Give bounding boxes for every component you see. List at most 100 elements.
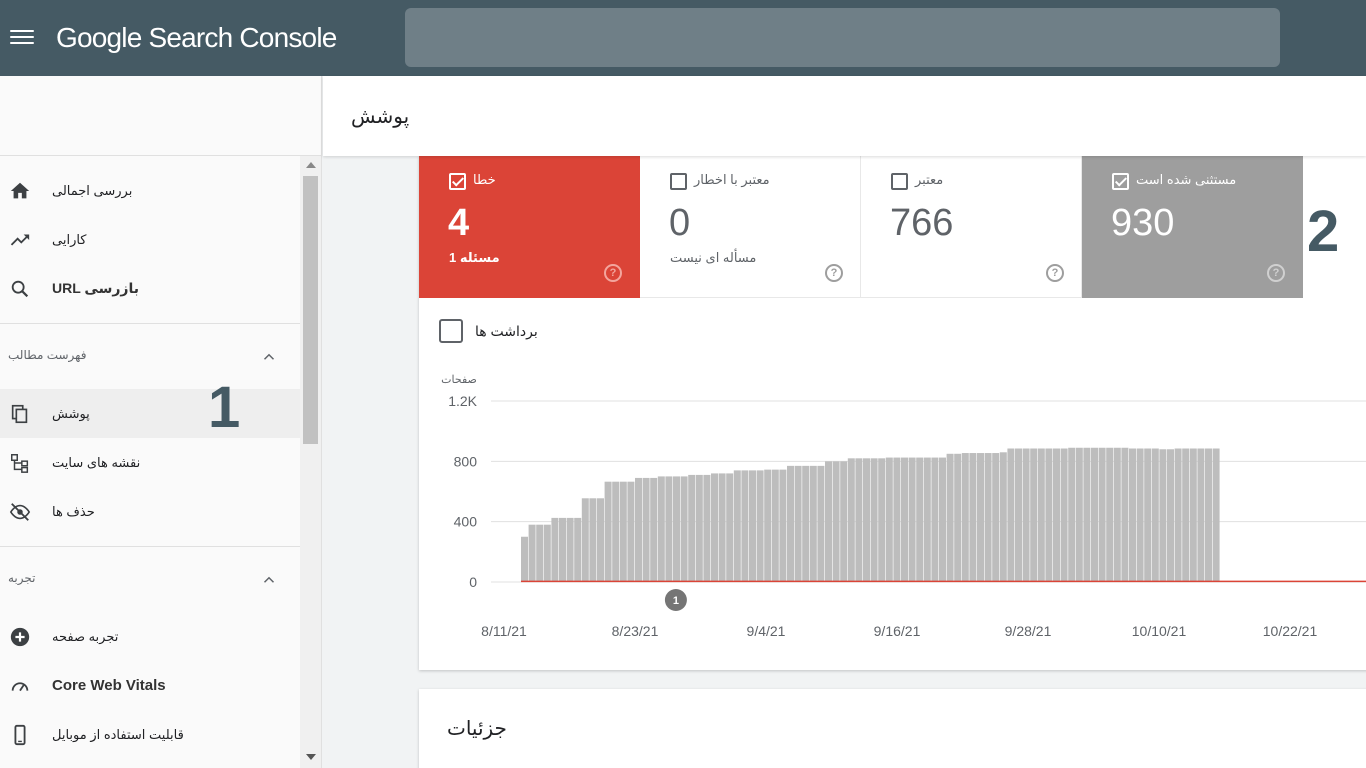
annotation-number-1: 1	[208, 375, 241, 440]
annotation-marker-label: 1	[673, 595, 679, 607]
bar	[908, 457, 916, 582]
sidebar-item-label: حذف ها	[52, 503, 95, 519]
sidebar-item-label: URL بازرسی	[52, 280, 139, 296]
help-icon[interactable]: ?	[1046, 264, 1064, 282]
bar	[741, 470, 749, 582]
y-tick-label: 0	[469, 574, 477, 590]
app-logo[interactable]: Google Search Console	[56, 22, 337, 54]
search-input[interactable]	[405, 8, 1280, 67]
bar	[1015, 448, 1022, 582]
bar	[1098, 447, 1106, 582]
trending-up-icon	[8, 228, 32, 252]
menu-icon[interactable]	[10, 26, 34, 50]
checkbox-icon[interactable]	[670, 173, 687, 190]
bar	[870, 458, 878, 582]
bar	[1060, 448, 1068, 582]
bar	[665, 476, 673, 582]
copy-pages-icon	[8, 402, 32, 426]
bar	[703, 474, 711, 582]
bar	[954, 453, 962, 582]
details-title: جزئیات	[447, 718, 507, 740]
section-index-header[interactable]: فهرست مطالب	[0, 323, 300, 389]
details-card: جزئیات	[419, 689, 1366, 768]
bar	[916, 457, 924, 582]
property-selector-area	[0, 76, 321, 156]
bar	[543, 524, 551, 582]
bar	[1030, 448, 1038, 582]
smartphone-icon	[8, 723, 32, 747]
help-icon[interactable]: ?	[604, 264, 622, 282]
bar	[581, 498, 589, 582]
tile-valid[interactable]: معتبر 766 ?	[861, 156, 1082, 298]
tile-valid-with-warnings[interactable]: معتبر با اخطار 0 مسأله ای نیست ?	[640, 156, 861, 298]
bar	[923, 457, 931, 582]
bar	[1151, 448, 1159, 582]
bar	[1091, 447, 1098, 582]
bar	[1075, 447, 1083, 582]
bar	[551, 517, 559, 582]
sidebar-item-overview[interactable]: بررسی اجمالی	[0, 166, 300, 215]
scroll-up-arrow-icon[interactable]	[306, 162, 316, 168]
bar	[1129, 448, 1136, 582]
sidebar-item-url-inspection[interactable]: URL بازرسی	[0, 264, 300, 313]
checkbox-checked-icon[interactable]	[1112, 173, 1129, 190]
sidebar-item-performance[interactable]: کارایی	[0, 215, 300, 264]
help-icon[interactable]: ?	[1267, 264, 1285, 282]
y-axis-label: صفحات	[441, 374, 477, 386]
bar	[1144, 448, 1152, 582]
bar	[771, 469, 779, 582]
bar	[733, 470, 741, 582]
bar	[1212, 448, 1220, 582]
sidebar-scrollbar[interactable]	[300, 156, 321, 768]
tile-label: خطا	[473, 172, 496, 187]
sidebar-item-coverage[interactable]: پوشش	[0, 389, 300, 438]
sidebar-item-removals[interactable]: حذف ها	[0, 487, 300, 536]
x-tick-label: 10/10/21	[1132, 623, 1187, 639]
bar	[650, 477, 658, 582]
help-icon[interactable]: ?	[825, 264, 843, 282]
sidebar-item-label: بررسی اجمالی	[52, 182, 133, 198]
bar	[627, 481, 635, 582]
bar	[809, 465, 817, 582]
bar	[885, 457, 893, 582]
bar	[832, 461, 840, 582]
bar	[657, 476, 665, 582]
bar	[619, 481, 627, 582]
bar	[946, 453, 954, 582]
tile-value: 766	[890, 202, 954, 244]
annotation-number-2: 2	[1307, 199, 1340, 264]
checkbox-icon[interactable]	[439, 319, 463, 343]
scroll-down-arrow-icon[interactable]	[306, 754, 316, 760]
bar	[863, 458, 870, 582]
bar	[787, 465, 794, 582]
sidebar-item-page-experience[interactable]: تجربه صفحه	[0, 612, 300, 661]
scrollbar-thumb[interactable]	[303, 176, 318, 444]
checkbox-icon[interactable]	[891, 173, 908, 190]
section-experience-header[interactable]: تجربه	[0, 546, 300, 612]
y-tick-label: 800	[454, 453, 478, 469]
sidebar-item-mobile-usability[interactable]: قابلیت استفاده از موبایل	[0, 710, 300, 759]
tile-excluded[interactable]: مستثنی شده است 930 ?	[1082, 156, 1303, 298]
speed-gauge-icon	[8, 674, 32, 698]
search-icon	[8, 277, 32, 301]
bar	[589, 498, 597, 582]
bar	[574, 517, 582, 582]
bar	[1182, 448, 1190, 582]
bar	[1113, 447, 1121, 582]
sidebar-item-label: Core Web Vitals	[52, 677, 166, 694]
sidebar-item-label: نقشه های سایت	[52, 454, 141, 470]
bar	[566, 517, 574, 582]
bar	[718, 473, 726, 582]
checkbox-checked-icon[interactable]	[449, 173, 466, 190]
tile-error[interactable]: خطا 4 1 مسئله ?	[419, 156, 640, 298]
tile-label: معتبر با اخطار	[694, 172, 770, 187]
impressions-toggle[interactable]: برداشت ها	[439, 319, 639, 345]
sidebar-item-core-web-vitals[interactable]: Core Web Vitals	[0, 661, 300, 710]
bar	[794, 465, 802, 582]
bar	[604, 481, 612, 582]
bar	[939, 457, 946, 582]
bar	[840, 461, 848, 582]
bar	[1022, 448, 1030, 582]
tile-subtext: 1 مسئله	[449, 250, 500, 265]
sidebar-item-sitemaps[interactable]: نقشه های سایت	[0, 438, 300, 487]
